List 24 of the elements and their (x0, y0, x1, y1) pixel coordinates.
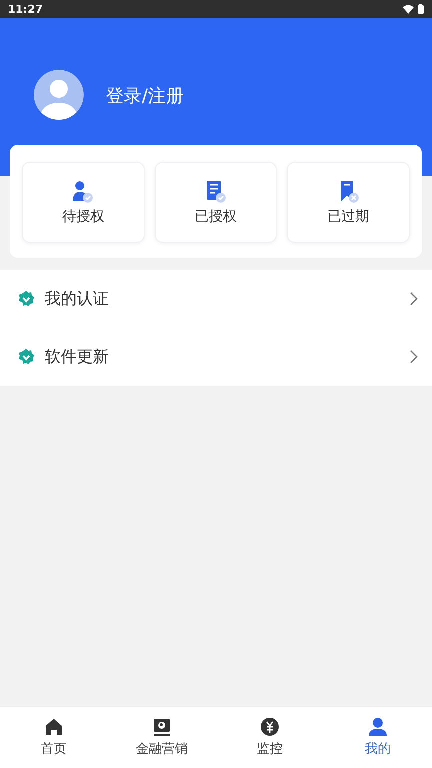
wifi-icon (403, 4, 414, 14)
shield-check-icon (18, 348, 35, 366)
battery-icon (418, 4, 424, 14)
chevron-right-icon (410, 292, 418, 306)
home-icon (44, 717, 64, 737)
nav-tab[interactable]: 我的 (324, 707, 432, 768)
person-check-icon (71, 180, 96, 204)
person-icon (368, 717, 388, 737)
authorization-tile[interactable]: 已授权 (154, 162, 278, 243)
menu-item[interactable]: 软件更新 (45, 346, 410, 368)
monitor-icon (152, 717, 172, 737)
nav-tab[interactable]: 监控 (216, 707, 324, 768)
avatar-icon (34, 70, 84, 120)
authorization-tile[interactable]: 已过期 (287, 162, 410, 243)
nav-tab[interactable]: 首页 (0, 707, 108, 768)
nav-tab[interactable]: 金融营销 (108, 707, 216, 768)
menu-item[interactable]: 我的认证 (45, 288, 410, 310)
yen-coin-icon (260, 717, 280, 737)
shield-check-icon (18, 290, 35, 308)
login-register-link[interactable]: 登录/注册 (106, 84, 184, 108)
authorization-tile[interactable]: 待授权 (22, 162, 145, 243)
document-check-icon (204, 180, 228, 204)
status-time: 11:27 (8, 2, 44, 16)
chevron-right-icon (410, 350, 418, 364)
